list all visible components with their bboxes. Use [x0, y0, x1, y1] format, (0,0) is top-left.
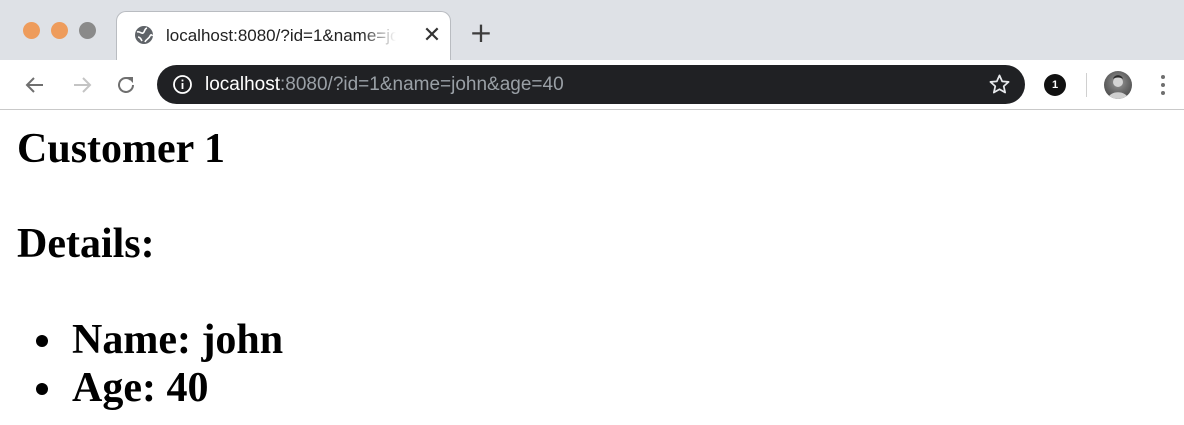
browser-toolbar: localhost:8080/?id=1&name=john&age=40 [0, 60, 1184, 110]
details-list: Name: john Age: 40 [0, 316, 283, 412]
page-content: Customer 1 Details: Name: john Age: 40 [0, 111, 1184, 425]
window-close-button[interactable] [23, 22, 40, 39]
detail-name: Name: john [72, 317, 284, 363]
details-heading: Details: [17, 221, 155, 267]
list-item: Age: 40 [0, 364, 283, 412]
tab-close-icon[interactable]: ✕ [420, 24, 444, 48]
tab-strip: localhost:8080/?id=1&name=john&age=40 ✕ … [0, 0, 1184, 60]
extension-badge-icon[interactable]: 1 [1044, 74, 1066, 96]
url-host: localhost [205, 74, 280, 95]
window-zoom-button[interactable] [79, 22, 96, 39]
back-arrow-icon[interactable] [23, 73, 47, 97]
url-text[interactable]: localhost:8080/?id=1&name=john&age=40 [205, 72, 564, 97]
browser-tab-active[interactable]: localhost:8080/?id=1&name=john&age=40 ✕ [116, 11, 451, 60]
bullet-icon [36, 383, 48, 395]
toolbar-divider [1086, 73, 1087, 97]
window-minimize-button[interactable] [51, 22, 68, 39]
address-bar[interactable]: localhost:8080/?id=1&name=john&age=40 [157, 65, 1025, 104]
detail-age: Age: 40 [72, 365, 209, 411]
reload-icon[interactable] [114, 73, 138, 97]
bullet-icon [36, 335, 48, 347]
profile-avatar[interactable] [1104, 71, 1132, 99]
page-title: Customer 1 [17, 126, 226, 172]
forward-arrow-icon[interactable] [70, 73, 94, 97]
new-tab-button[interactable]: + [468, 19, 494, 47]
star-icon[interactable] [988, 73, 1011, 96]
globe-icon [134, 25, 154, 45]
info-icon[interactable] [172, 74, 193, 95]
browser-window: localhost:8080/?id=1&name=john&age=40 ✕ … [0, 0, 1184, 425]
more-menu-icon[interactable] [1152, 72, 1174, 98]
tab-title: localhost:8080/?id=1&name=john&age=40 [166, 26, 396, 45]
list-item: Name: john [0, 316, 283, 364]
url-path: :8080/?id=1&name=john&age=40 [280, 74, 564, 95]
